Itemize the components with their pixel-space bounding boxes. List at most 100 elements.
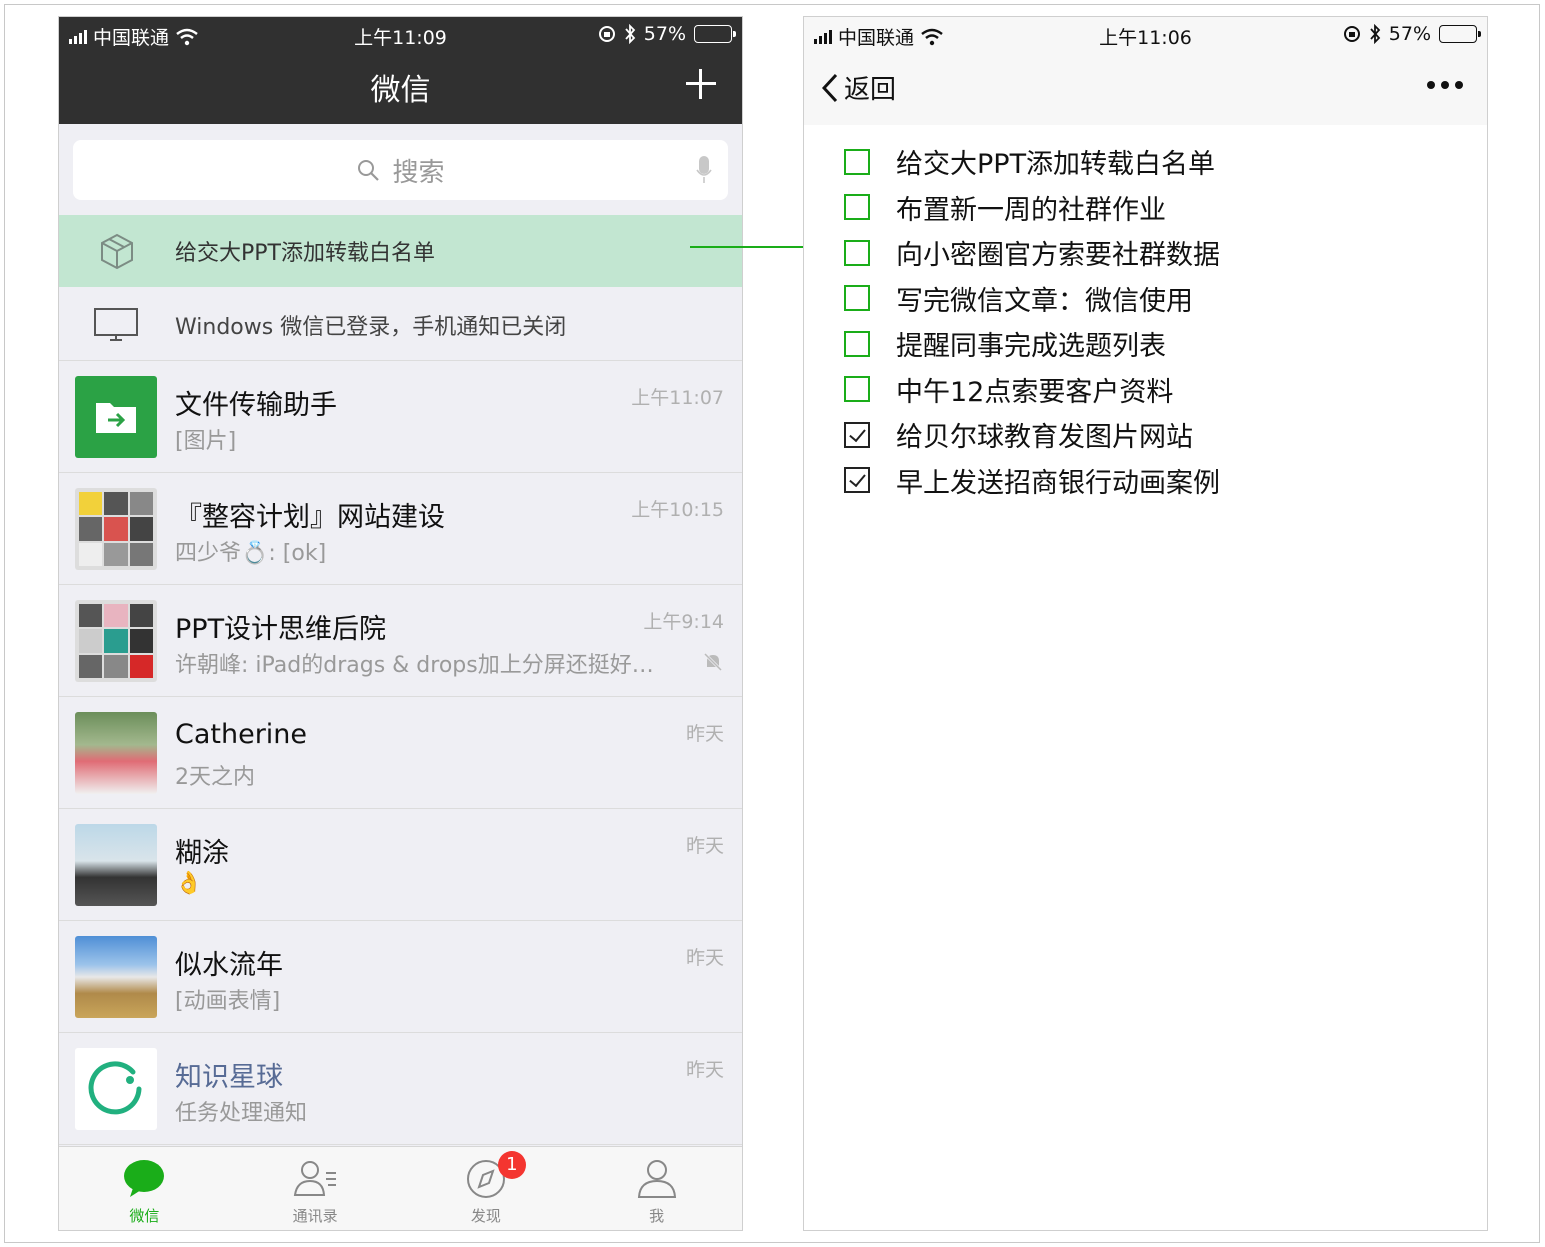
todo-item[interactable]: 提醒同事完成选题列表 (844, 321, 1220, 367)
todo-item[interactable]: 中午12点索要客户资料 (844, 367, 1220, 413)
checkbox[interactable] (844, 239, 870, 266)
chat-time: 昨天 (685, 835, 724, 857)
chat-name: Catherine (175, 719, 308, 750)
group-avatar (75, 600, 157, 682)
todo-item[interactable]: 给贝尔球教育发图片网站 (844, 412, 1220, 458)
avatar (75, 712, 157, 794)
status-bar: 中国联通 上午11:09 57% (59, 17, 742, 53)
avatar (75, 1048, 157, 1130)
knowledge-planet-logo-icon (88, 1061, 142, 1115)
chat-preview: [动画表情] (175, 989, 281, 1014)
checkbox[interactable] (844, 330, 870, 357)
chat-time: 昨天 (685, 947, 724, 969)
back-label: 返回 (844, 75, 897, 105)
page-title: 微信 (370, 73, 431, 108)
orientation-lock-icon (1343, 26, 1360, 42)
battery-percent: 57% (643, 23, 686, 45)
todo-text: 向小密圈官方索要社群数据 (896, 240, 1220, 272)
checkbox[interactable] (844, 285, 870, 312)
tab-label: 通讯录 (292, 1207, 338, 1225)
avatar (75, 376, 157, 458)
checkbox[interactable] (844, 194, 870, 221)
chat-row-contact[interactable]: 似水流年 [动画表情] 昨天 (59, 921, 742, 1033)
back-button[interactable]: 返回 (822, 69, 896, 106)
bottom-tab-bar: 微信 通讯录 1 发现 我 (59, 1146, 742, 1230)
chat-name: 『整容计划』网站建设 (175, 502, 445, 533)
todo-text: 布置新一周的社群作业 (896, 194, 1166, 226)
orientation-lock-icon (598, 26, 615, 42)
more-options-button[interactable] (1427, 81, 1463, 89)
checkbox[interactable] (844, 376, 870, 403)
chat-row-contact[interactable]: 糊涂 👌 昨天 (59, 809, 742, 921)
add-plus-button[interactable] (686, 69, 716, 99)
tab-label: 我 (649, 1207, 665, 1225)
chat-preview: [图片] (175, 429, 237, 454)
notice-text: Windows 微信已登录，手机通知已关闭 (175, 314, 567, 340)
chat-row-contact[interactable]: Catherine 2天之内 昨天 (59, 697, 742, 809)
tab-label: 微信 (129, 1207, 160, 1225)
chat-name: 文件传输助手 (175, 390, 337, 421)
tab-contacts[interactable]: 通讯录 (230, 1147, 401, 1230)
microphone-icon[interactable] (696, 156, 712, 184)
chat-preview: 许朝峰: iPad的drags & drops加上分屏还挺好… (175, 653, 654, 678)
header-bar: 中国联通 上午11:06 57% 返回 (804, 17, 1487, 125)
status-bar: 中国联通 上午11:06 57% (804, 17, 1487, 53)
todo-list: 给交大PPT添加转载白名单 布置新一周的社群作业 向小密圈官方索要社群数据 写完… (844, 139, 1220, 503)
todo-item[interactable]: 向小密圈官方索要社群数据 (844, 230, 1220, 276)
todo-text: 早上发送招商银行动画案例 (896, 467, 1220, 499)
battery-percent: 57% (1388, 23, 1431, 45)
connector-line (690, 246, 816, 248)
mute-bell-icon (703, 652, 723, 672)
todo-item[interactable]: 写完微信文章：微信使用 (844, 276, 1220, 322)
battery-icon (694, 25, 736, 43)
chat-name: 知识星球 (175, 1062, 283, 1093)
bluetooth-icon (1370, 24, 1381, 44)
chat-preview: 任务处理通知 (175, 1101, 308, 1126)
todo-text: 中午12点索要客户资料 (896, 376, 1174, 408)
todo-item[interactable]: 给交大PPT添加转载白名单 (844, 139, 1220, 185)
search-placeholder: 搜索 (392, 157, 445, 188)
chat-time: 上午11:07 (631, 387, 724, 409)
chat-row-group[interactable]: PPT设计思维后院 许朝峰: iPad的drags & drops加上分屏还挺好… (59, 585, 742, 697)
chat-bubble-icon (124, 1160, 165, 1197)
todo-reminder-banner[interactable]: 给交大PPT添加转载白名单 (59, 215, 742, 287)
bluetooth-icon (625, 24, 636, 44)
todo-list-screen: 中国联通 上午11:06 57% 返回 给交大PPT添加转载白名单 布置新一周的… (803, 16, 1488, 1231)
chat-time: 昨天 (685, 1059, 724, 1081)
tab-label: 发现 (470, 1207, 501, 1225)
chat-name: PPT设计思维后院 (175, 614, 387, 645)
chat-row-group[interactable]: 『整容计划』网站建设 四少爷💍: [ok] 上午10:15 (59, 473, 742, 585)
chat-time: 上午9:14 (643, 611, 724, 633)
checkbox-checked[interactable] (844, 467, 870, 494)
avatar (75, 824, 157, 906)
todo-text: 提醒同事完成选题列表 (896, 331, 1166, 363)
person-icon (637, 1160, 676, 1198)
tab-chats[interactable]: 微信 (59, 1147, 230, 1230)
chat-row-file-transfer[interactable]: 文件传输助手 [图片] 上午11:07 (59, 361, 742, 473)
chat-preview: 四少爷💍: [ok] (175, 541, 327, 566)
chat-time: 上午10:15 (631, 499, 724, 521)
search-icon (358, 160, 380, 181)
chat-row-service[interactable]: 知识星球 任务处理通知 昨天 (59, 1033, 742, 1145)
chat-time: 昨天 (685, 723, 724, 745)
chat-list: 文件传输助手 [图片] 上午11:07 『整容计划』网站建设 四少爷💍: [ok… (59, 361, 742, 1145)
search-input[interactable]: 搜索 (73, 140, 728, 200)
tab-discover[interactable]: 1 发现 (401, 1147, 572, 1230)
todo-item[interactable]: 早上发送招商银行动画案例 (844, 458, 1220, 504)
wechat-chat-list-screen: 中国联通 上午11:09 57% 微信 搜索 给交大PPT添加转载白名单 Win… (58, 16, 743, 1231)
checkbox-checked[interactable] (844, 421, 870, 448)
file-transfer-icon (96, 403, 136, 433)
todo-item[interactable]: 布置新一周的社群作业 (844, 185, 1220, 231)
checkbox[interactable] (844, 148, 870, 175)
todo-text: 给贝尔球教育发图片网站 (896, 422, 1193, 454)
windows-login-notice[interactable]: Windows 微信已登录，手机通知已关闭 (59, 289, 742, 361)
chat-name: 似水流年 (175, 950, 283, 981)
battery-icon (1439, 25, 1481, 43)
avatar (75, 936, 157, 1018)
todo-text: 写完微信文章：微信使用 (896, 285, 1193, 317)
group-avatar (75, 488, 157, 570)
chat-preview: 2天之内 (175, 765, 255, 790)
chat-preview: 👌 (175, 871, 203, 896)
tab-me[interactable]: 我 (571, 1147, 742, 1230)
search-area: 搜索 (59, 124, 742, 213)
